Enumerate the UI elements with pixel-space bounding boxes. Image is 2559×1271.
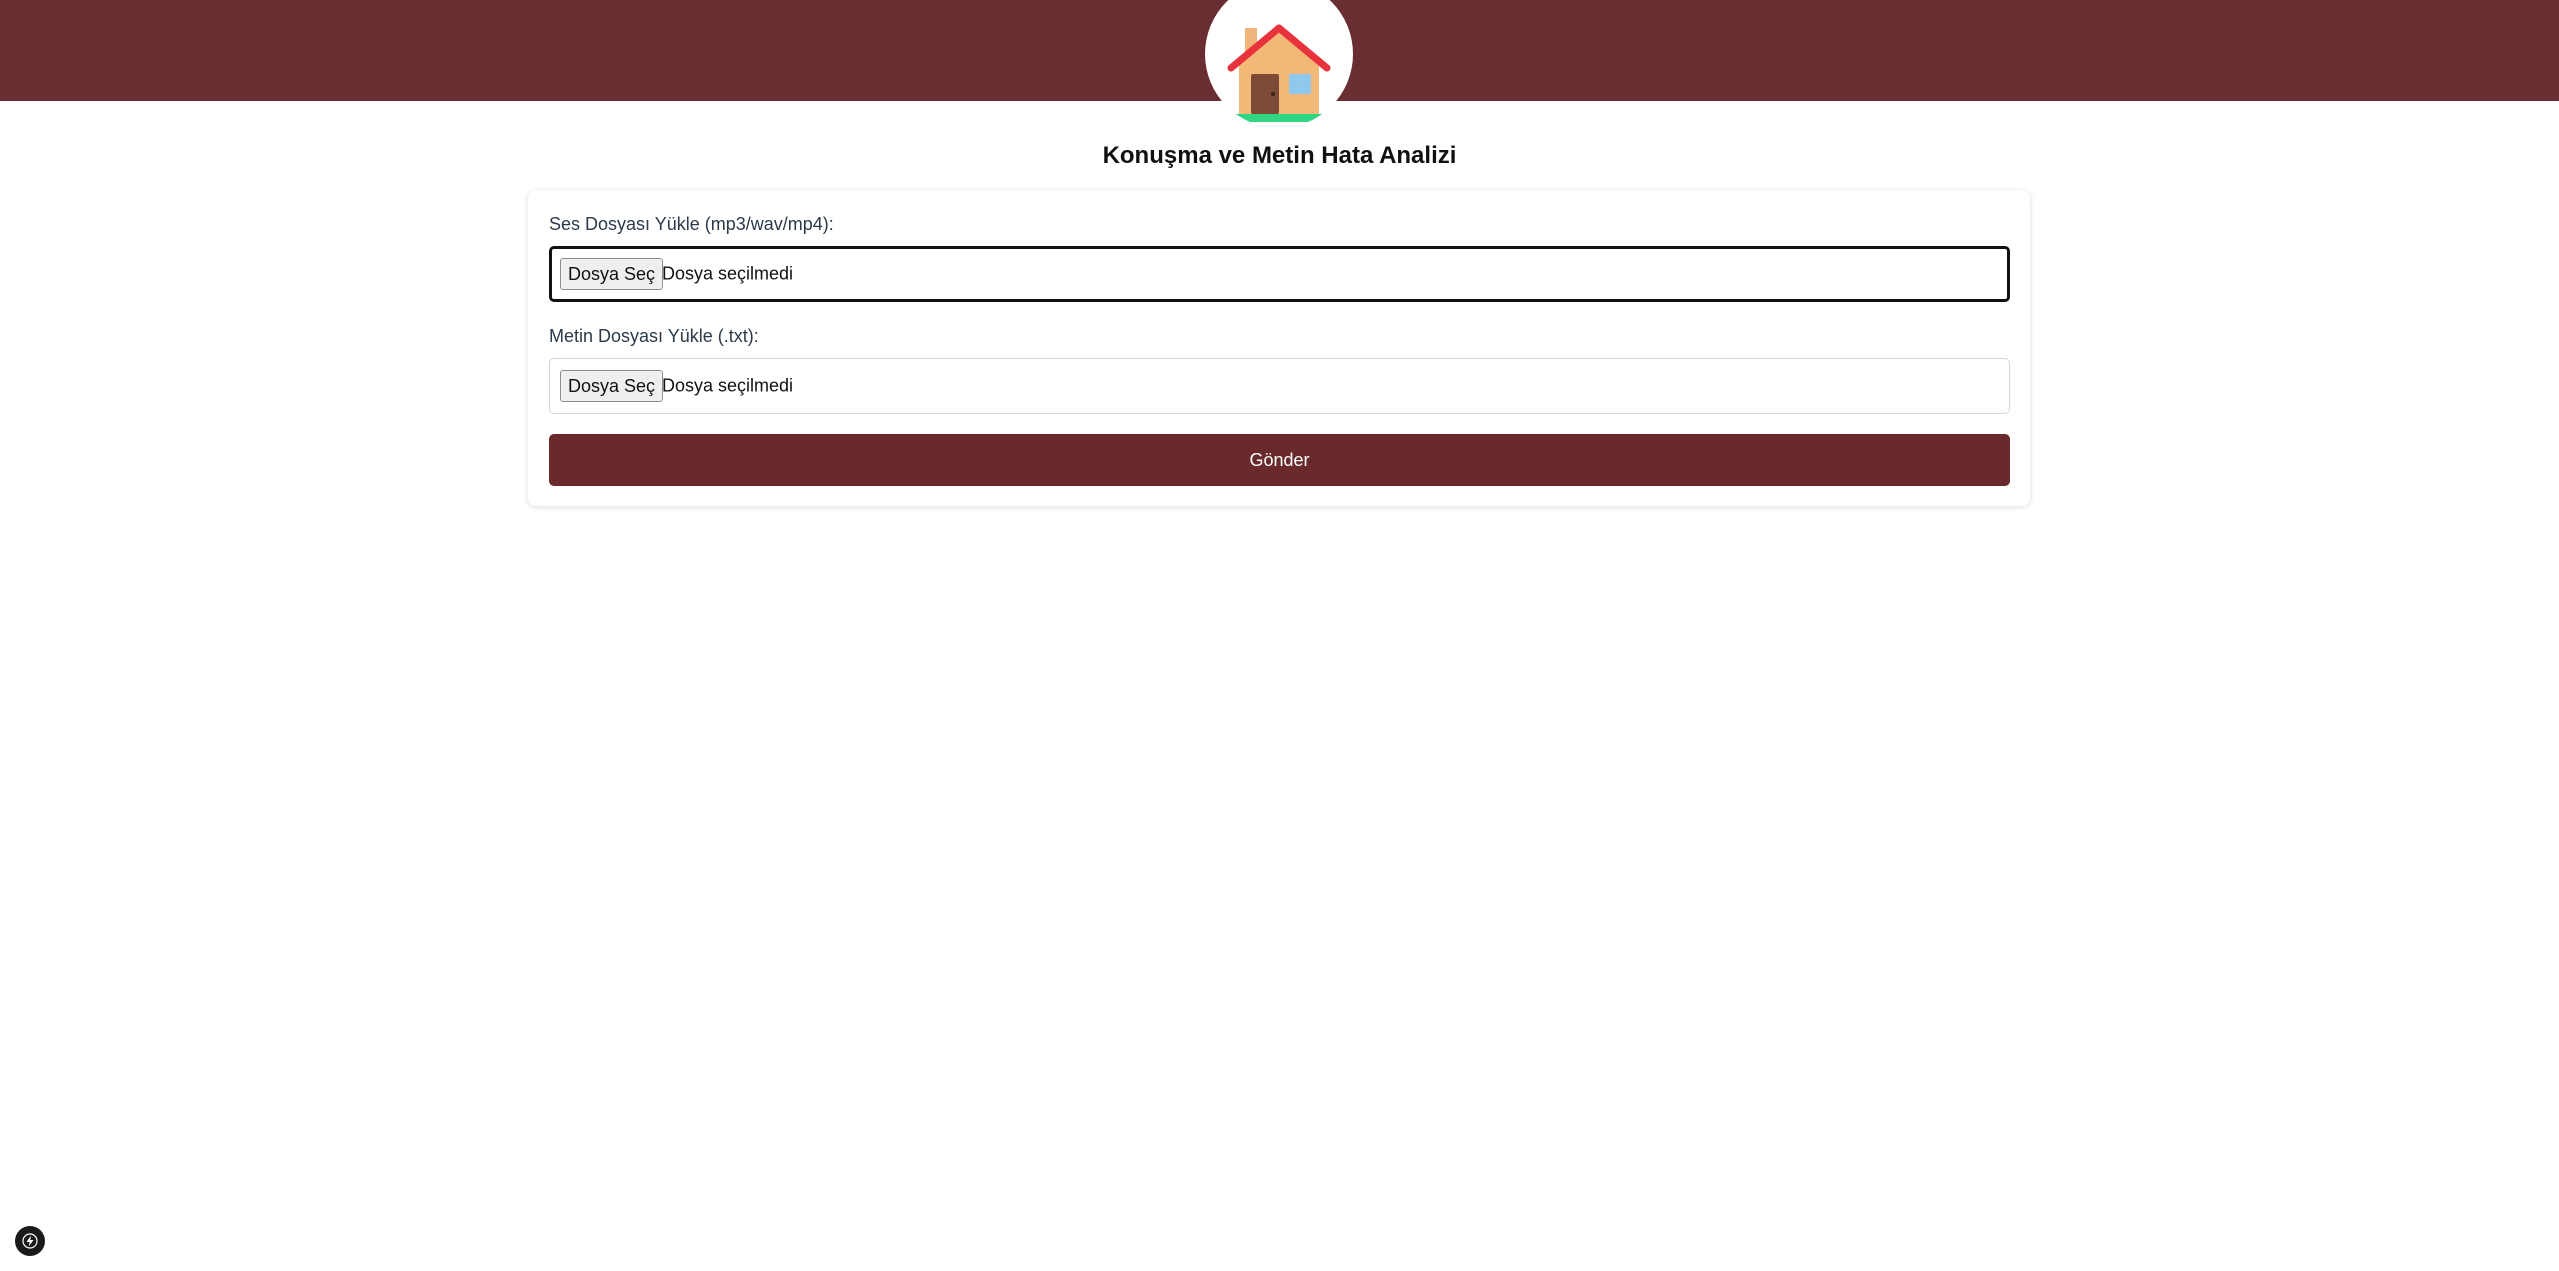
text-file-status: Dosya seçilmedi	[662, 375, 794, 396]
submit-button[interactable]: Gönder	[549, 434, 2010, 486]
logo	[1205, 0, 1353, 128]
audio-choose-file-button[interactable]: Dosya Seç	[560, 258, 664, 290]
page-title: Konuşma ve Metin Hata Analizi	[1102, 142, 1457, 169]
audio-file-label: Ses Dosyası Yükle (mp3/wav/mp4):	[549, 214, 834, 234]
audio-file-input[interactable]: Dosya Seç Dosya seçilmedi	[549, 246, 2010, 302]
text-choose-file-button[interactable]: Dosya Seç	[560, 370, 664, 402]
house-icon	[1227, 24, 1331, 122]
dev-indicator-button[interactable]	[15, 1226, 45, 1256]
audio-file-status: Dosya seçilmedi	[662, 263, 794, 284]
lightning-bolt-icon	[22, 1233, 38, 1249]
text-file-input[interactable]: Dosya Seç Dosya seçilmedi	[549, 358, 2010, 414]
upload-form-card: Ses Dosyası Yükle (mp3/wav/mp4): Dosya S…	[528, 190, 2030, 506]
text-file-label: Metin Dosyası Yükle (.txt):	[549, 326, 759, 346]
